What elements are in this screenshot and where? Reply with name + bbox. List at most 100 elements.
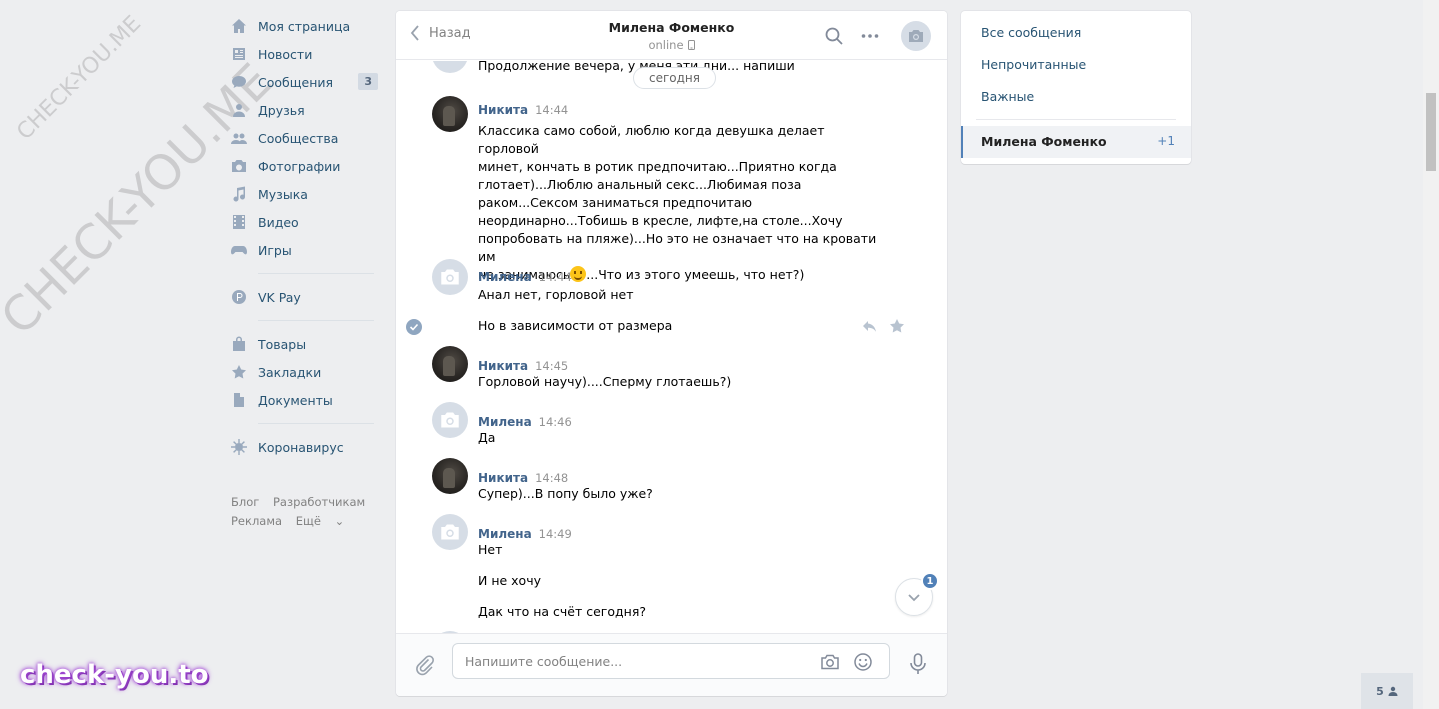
text-line: Классика само собой, люблю когда девушка…: [478, 123, 825, 156]
filter-unread[interactable]: Непрочитанные: [981, 57, 1086, 72]
peer-avatar[interactable]: [901, 21, 931, 51]
page-scrollbar[interactable]: [1423, 0, 1439, 709]
star-icon[interactable]: [889, 318, 905, 334]
nav-friends[interactable]: Друзья: [228, 96, 378, 124]
message-input[interactable]: [465, 644, 805, 678]
nav-groups[interactable]: Сообщества: [228, 124, 378, 152]
author-name[interactable]: Никита: [478, 359, 528, 373]
nav-messages[interactable]: Сообщения 3: [228, 68, 378, 96]
user-icon: [1388, 686, 1398, 696]
author-name[interactable]: Никита: [478, 103, 528, 117]
text-line: попробовать на пляже)...Но это не означа…: [478, 231, 877, 264]
camera-icon[interactable]: [820, 652, 840, 672]
docs-icon: [231, 392, 247, 408]
avatar[interactable]: [432, 96, 468, 132]
video-icon: [231, 214, 247, 230]
message-text: Классика само собой, люблю когда девушка…: [478, 122, 888, 284]
filter-all-messages[interactable]: Все сообщения: [981, 25, 1081, 40]
message-text: И не хочу: [478, 573, 541, 588]
message-time: 14:48: [535, 471, 569, 485]
message-author: Никита 14:44: [478, 103, 568, 117]
footer-developers-link[interactable]: Разработчикам: [273, 495, 365, 509]
nav-video[interactable]: Видео: [228, 208, 378, 236]
text-line: неординарно...Тобишь в кресле, лифте,на …: [478, 213, 843, 228]
author-name[interactable]: Милена: [478, 270, 532, 284]
new-messages-badge: 1: [921, 572, 939, 590]
microphone-icon[interactable]: [907, 652, 929, 676]
footer-blog-link[interactable]: Блог: [231, 495, 259, 509]
online-count: 5: [1376, 684, 1384, 698]
nav-bookmarks[interactable]: Закладки: [228, 358, 378, 386]
message-text: Дак что на счёт сегодня?: [478, 604, 646, 619]
nav-label: Игры: [258, 242, 292, 258]
emoji-icon[interactable]: [853, 652, 873, 672]
message-text: Нет: [478, 542, 503, 557]
date-separator: сегодня: [633, 67, 716, 89]
filter-important[interactable]: Важные: [981, 89, 1034, 104]
nav-photos[interactable]: Фотографии: [228, 152, 378, 180]
chevron-down-icon: [908, 594, 920, 602]
message-text: Горловой научу)....Сперму глотаешь?): [478, 374, 732, 389]
message-history: Продолжение вечера, у меня эти дни... на…: [396, 61, 947, 633]
nav-label: Друзья: [258, 102, 305, 118]
online-friends-button[interactable]: 5: [1361, 673, 1413, 709]
scrollbar-thumb[interactable]: [1426, 93, 1436, 171]
footer-more-link[interactable]: Ещё ⌄: [296, 514, 354, 528]
photos-icon: [231, 158, 247, 174]
nav-games[interactable]: Игры: [228, 236, 378, 264]
message-time: 14:49: [538, 527, 572, 541]
filters-separator: [976, 119, 1176, 120]
friends-icon: [231, 102, 247, 118]
selected-check-icon[interactable]: [406, 319, 422, 335]
nav-label: Документы: [258, 392, 333, 408]
bookmarks-icon: [231, 364, 247, 380]
nav-vk-pay[interactable]: VK Pay: [228, 283, 378, 311]
attach-icon[interactable]: [414, 654, 436, 676]
groups-icon: [231, 130, 247, 146]
games-icon: [231, 242, 247, 258]
message-composer: [396, 633, 947, 696]
nav-label: Закладки: [258, 364, 322, 380]
message-filters-panel: Все сообщения Непрочитанные Важные Милен…: [961, 11, 1191, 164]
nav-separator: [258, 273, 374, 274]
nav-label: VK Pay: [258, 289, 301, 305]
footer-more-label: Ещё: [295, 514, 321, 528]
message-author: Милена 14:49: [478, 527, 572, 541]
avatar[interactable]: [432, 514, 468, 550]
author-name[interactable]: Милена: [478, 527, 532, 541]
text-line: раком...Сексом заниматься предпочитаю: [478, 195, 752, 210]
active-chat-name: Милена Фоменко: [981, 134, 1107, 149]
avatar[interactable]: [432, 458, 468, 494]
message-author: Никита 14:45: [478, 359, 568, 373]
message-continuation[interactable]: И не хочу: [396, 563, 947, 588]
message-selected[interactable]: Но в зависимости от размера: [396, 309, 947, 335]
nav-documents[interactable]: Документы: [228, 386, 378, 414]
nav-label: Музыка: [258, 186, 308, 202]
nav-market[interactable]: Товары: [228, 330, 378, 358]
nav-music[interactable]: Музыка: [228, 180, 378, 208]
nav-coronavirus[interactable]: Коронавирус: [228, 433, 378, 461]
nav-my-page[interactable]: Моя страница: [228, 12, 378, 40]
vkpay-icon: [231, 289, 247, 305]
author-name[interactable]: Никита: [478, 471, 528, 485]
author-name[interactable]: Милена: [478, 415, 532, 429]
active-chat-item[interactable]: Милена Фоменко +1: [961, 126, 1191, 158]
message-author: Милена 14:44: [478, 270, 572, 284]
nav-label: Новости: [258, 46, 313, 62]
nav-label: Видео: [258, 214, 299, 230]
active-chat-count: +1: [1157, 134, 1175, 148]
message-time: 14:46: [538, 415, 572, 429]
avatar[interactable]: [432, 346, 468, 382]
camera-icon: [441, 269, 459, 285]
nav-news[interactable]: Новости: [228, 40, 378, 68]
avatar[interactable]: [432, 402, 468, 438]
reply-icon[interactable]: [862, 318, 878, 334]
message-continuation[interactable]: Дак что на счёт сегодня?: [396, 594, 947, 619]
avatar[interactable]: [432, 259, 468, 295]
camera-icon: [441, 524, 459, 540]
nav-label: Сообщения: [258, 74, 334, 90]
more-icon[interactable]: [859, 25, 881, 47]
search-icon[interactable]: [823, 25, 845, 47]
footer-ads-link[interactable]: Реклама: [231, 514, 282, 528]
text-fragment: ...Что из этого умеешь, что нет?): [586, 267, 805, 282]
